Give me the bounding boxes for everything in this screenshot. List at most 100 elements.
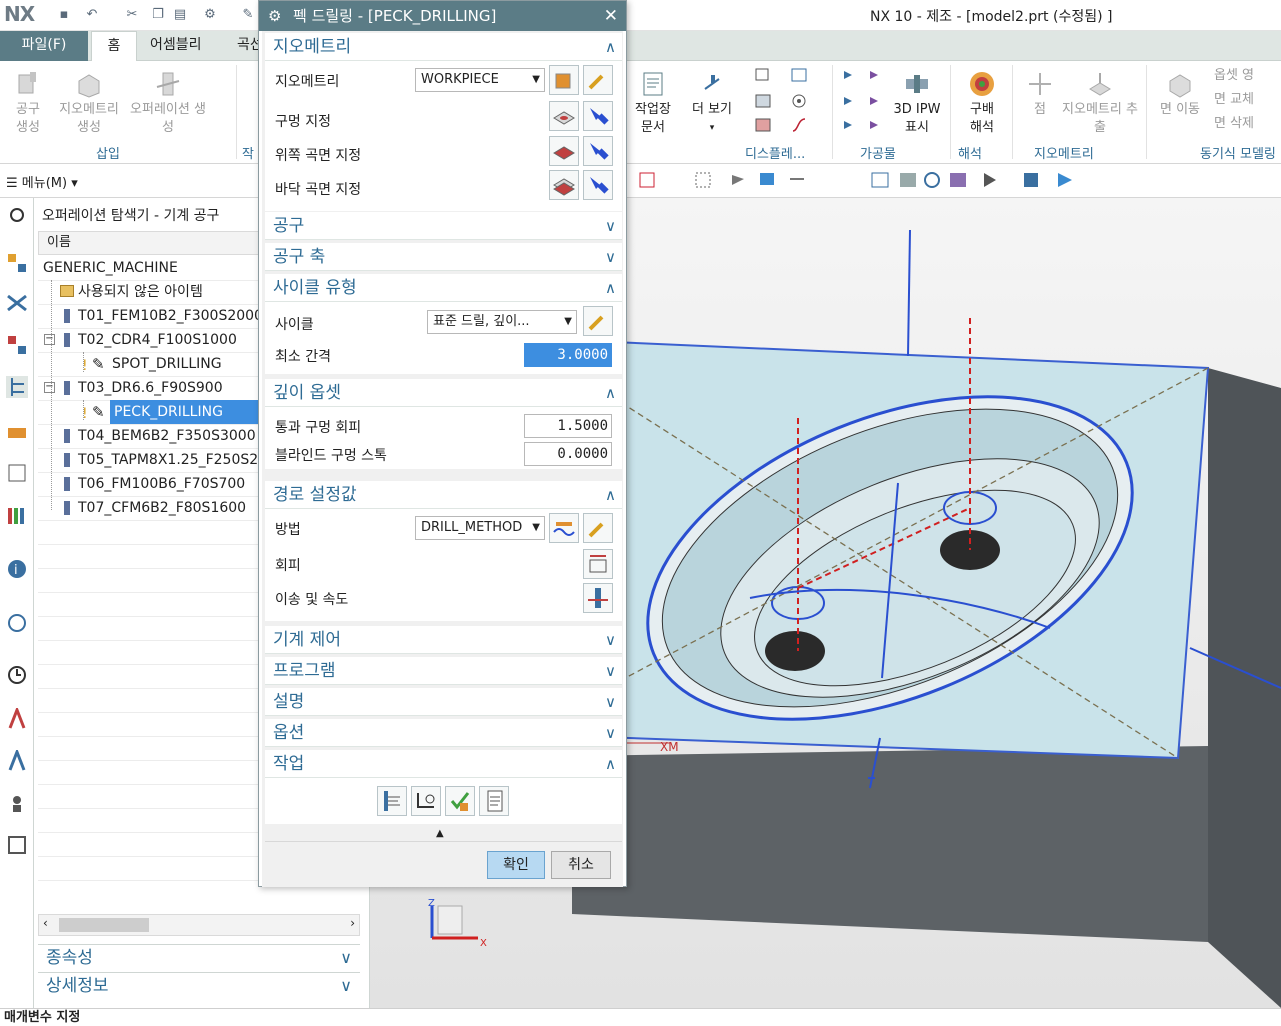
create-operation-button[interactable]: 오퍼레이션 생성 — [130, 69, 206, 137]
extract-geometry-button[interactable]: 지오메트리 추출 — [1062, 69, 1138, 137]
point-button[interactable]: 점 — [1022, 69, 1058, 119]
generate-button[interactable] — [377, 786, 407, 816]
display-icon-4[interactable] — [790, 67, 808, 83]
assembly-navigator-icon[interactable] — [6, 252, 28, 274]
flashlight-icon[interactable] — [583, 170, 613, 200]
tool-section[interactable]: 공구 ∨ — [265, 212, 622, 240]
save-icon[interactable]: ▪ — [56, 7, 72, 23]
close-icon[interactable]: ✕ — [604, 1, 618, 31]
collapse-icon[interactable]: − — [44, 334, 55, 345]
window-icon[interactable]: ⚙ — [202, 7, 218, 23]
description-section[interactable]: 설명 ∨ — [265, 688, 622, 716]
flashlight-icon[interactable] — [583, 136, 613, 166]
edit-icon[interactable]: ✎ — [240, 7, 256, 23]
ipw-display-button[interactable]: 3D IPW 표시 — [890, 69, 944, 137]
horizontal-scrollbar[interactable]: ‹ › — [38, 914, 360, 936]
avoidance-button[interactable] — [583, 549, 613, 579]
target-icon[interactable] — [790, 93, 808, 109]
path-settings-header[interactable]: 경로 설정값 ∧ — [265, 481, 622, 509]
display-icon-2[interactable] — [754, 93, 772, 109]
settings-gear-icon[interactable] — [6, 204, 28, 226]
min-clearance-input[interactable]: 3.0000 — [524, 343, 612, 367]
history-clock-icon[interactable] — [6, 664, 28, 686]
shop-doc-button[interactable]: 작업장 문서 — [628, 69, 678, 137]
replace-face-button[interactable]: 면 교체 — [1214, 91, 1280, 109]
chevron-up-icon: ∧ — [605, 38, 616, 56]
machine-tool-navigator-icon[interactable] — [6, 420, 28, 442]
copy-icon[interactable]: ❐ — [150, 7, 166, 23]
collapse-dialog-icon[interactable]: ▲ — [436, 828, 444, 839]
feeds-speeds-button[interactable] — [583, 583, 613, 613]
display-icon-3[interactable] — [754, 117, 772, 133]
select-hole-button[interactable] — [549, 101, 579, 131]
cancel-button[interactable]: 취소 — [551, 851, 611, 879]
edit-geometry-button[interactable] — [583, 65, 613, 95]
ok-button[interactable]: 확인 — [487, 851, 545, 879]
details-panel[interactable]: 상세정보 ∨ — [38, 972, 360, 998]
move-face-button[interactable]: 면 이동 — [1154, 69, 1206, 119]
list-button[interactable] — [479, 786, 509, 816]
edit-cycle-button[interactable] — [583, 306, 613, 336]
create-geometry-button[interactable]: 지오메트리 생성 — [52, 69, 126, 137]
info-icon[interactable]: i — [6, 558, 28, 580]
collapse-icon[interactable]: − — [44, 382, 55, 393]
tab-home[interactable]: 홈 — [91, 31, 137, 62]
dialog-gear-icon[interactable]: ⚙ — [268, 1, 281, 31]
view-toolbar[interactable] — [620, 169, 1280, 193]
method-select[interactable]: DRILL_METHOD ▼ — [415, 516, 545, 540]
ipw-small-icon-5[interactable] — [868, 93, 886, 109]
program-section[interactable]: 프로그램 ∨ — [265, 657, 622, 685]
blind-hole-input[interactable]: 0.0000 — [524, 442, 612, 466]
tab-file[interactable]: 파일(F) — [0, 31, 88, 61]
paste-icon[interactable]: ▤ — [172, 7, 188, 23]
ipw-small-icon-3[interactable] — [842, 117, 860, 133]
tab-assembly[interactable]: 어셈블리 — [140, 31, 212, 61]
depth-offset-header[interactable]: 깊이 옵셋 ∧ — [265, 379, 622, 407]
constraint-navigator-icon[interactable] — [6, 292, 28, 314]
geometry-select[interactable]: WORKPIECE ▼ — [415, 68, 545, 92]
select-top-surface-button[interactable] — [549, 136, 579, 166]
create-tool-button[interactable]: 공구 생성 — [8, 69, 48, 137]
actions-header[interactable]: 작업 ∧ — [265, 750, 622, 778]
scroll-left-icon[interactable]: ‹ — [43, 916, 48, 930]
undo-icon[interactable]: ↶ — [84, 7, 100, 23]
through-hole-input[interactable]: 1.5000 — [524, 414, 612, 438]
system-materials-icon[interactable] — [6, 834, 28, 856]
new-method-button[interactable] — [549, 513, 579, 543]
verify-button[interactable] — [445, 786, 475, 816]
display-icon-1[interactable] — [754, 67, 772, 83]
offset-region-button[interactable]: 옵셋 영 — [1214, 67, 1280, 85]
tool-axis-section[interactable]: 공구 축 ∨ — [265, 243, 622, 271]
menu-button[interactable]: ☰ 메뉴(M) ▾ — [6, 172, 78, 191]
cycle-select[interactable]: 표준 드릴, 깊이... ▼ — [427, 310, 577, 334]
scroll-right-icon[interactable]: › — [350, 916, 355, 930]
ipw-small-icon-4[interactable] — [868, 67, 886, 83]
roles-icon[interactable] — [6, 747, 28, 772]
edit-method-button[interactable] — [583, 513, 613, 543]
ipw-small-icon-1[interactable] — [842, 67, 860, 83]
geometry-section-header[interactable]: 지오메트리 ∧ — [265, 33, 622, 61]
palette-icon[interactable] — [6, 705, 28, 730]
machine-control-section[interactable]: 기계 제어 ∨ — [265, 626, 622, 654]
cut-icon[interactable]: ✂ — [124, 7, 140, 23]
delete-face-button[interactable]: 면 삭제 — [1214, 115, 1280, 133]
replay-button[interactable] — [411, 786, 441, 816]
ipw-small-icon-2[interactable] — [842, 93, 860, 109]
dependencies-panel[interactable]: 종속성 ∨ — [38, 944, 360, 970]
select-bottom-surface-button[interactable] — [549, 170, 579, 200]
flashlight-icon[interactable] — [583, 101, 613, 131]
part-navigator-icon[interactable] — [6, 334, 28, 356]
scroll-thumb[interactable] — [59, 918, 149, 932]
options-section[interactable]: 옵션 ∨ — [265, 719, 622, 747]
reuse-library-icon[interactable] — [6, 504, 28, 526]
draft-analysis-button[interactable]: 구배 해석 — [960, 69, 1004, 137]
cycle-type-header[interactable]: 사이클 유형 ∧ — [265, 274, 622, 302]
web-browser-icon[interactable] — [6, 612, 28, 634]
new-geometry-button[interactable] — [549, 65, 579, 95]
robot-icon[interactable] — [6, 792, 28, 814]
curve-icon[interactable] — [790, 117, 808, 133]
ipw-small-icon-6[interactable] — [868, 117, 886, 133]
operation-navigator-icon[interactable] — [6, 376, 28, 398]
machining-feature-icon[interactable] — [6, 462, 28, 484]
more-button[interactable]: 더 보기 ▾ — [686, 69, 738, 137]
